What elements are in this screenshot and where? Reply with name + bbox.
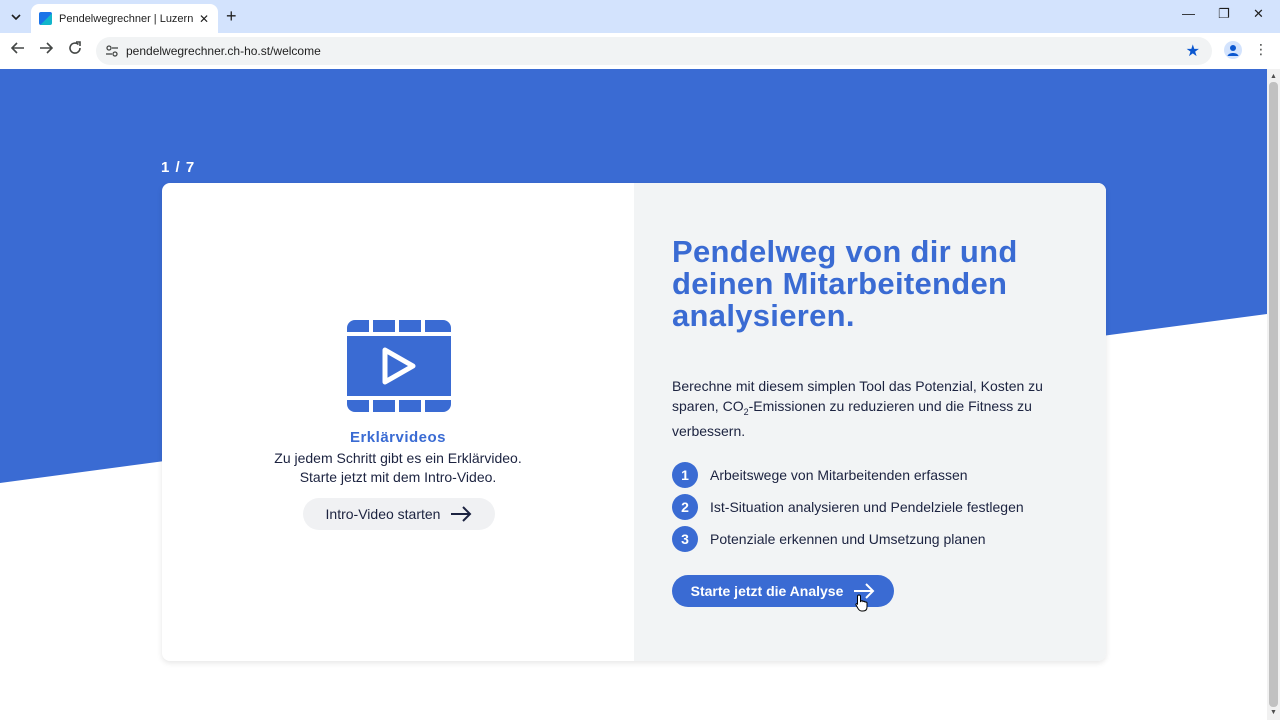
restore-button[interactable]: ❐ (1218, 6, 1230, 22)
welcome-card: Erklärvideos Zu jedem Schritt gibt es ei… (162, 183, 1106, 661)
step-item: 1 Arbeitswege von Mitarbeitenden erfasse… (672, 459, 1024, 491)
scroll-down-icon[interactable]: ▼ (1270, 709, 1277, 716)
intro-video-button-label: Intro-Video starten (325, 506, 441, 522)
start-analysis-button-label: Starte jetzt die Analyse (690, 583, 844, 599)
step-item: 3 Potenziale erkennen und Umsetzung plan… (672, 523, 1024, 555)
step-number-badge: 2 (672, 494, 698, 520)
page-description: Berechne mit diesem simplen Tool das Pot… (672, 377, 1072, 441)
steps-list: 1 Arbeitswege von Mitarbeitenden erfasse… (672, 459, 1024, 555)
forward-arrow-icon[interactable] (36, 41, 56, 61)
video-description: Zu jedem Schritt gibt es ein Erklärvideo… (162, 449, 634, 487)
profile-icon[interactable] (1224, 41, 1242, 59)
back-arrow-icon[interactable] (8, 41, 28, 61)
close-window-button[interactable]: ✕ (1253, 6, 1264, 22)
bookmark-star-icon[interactable]: ★ (1186, 41, 1200, 61)
tab-title: Pendelwegrechner | Luzernmobil (59, 12, 193, 25)
close-tab-icon[interactable]: ✕ (199, 12, 209, 26)
step-counter: 1 / 7 (161, 159, 196, 176)
url-text: pendelwegrechner.ch-ho.st/welcome (126, 44, 321, 58)
browser-toolbar: pendelwegrechner.ch-ho.st/welcome ★ ⋮ (0, 33, 1280, 69)
intro-panel: Pendelweg von dir und deinen Mitarbeiten… (634, 183, 1106, 661)
tab-search-icon[interactable] (6, 7, 26, 27)
browser-tab-bar: Pendelwegrechner | Luzernmobil ✕ + — ❐ ✕ (0, 0, 1280, 33)
video-play-icon[interactable] (347, 320, 451, 417)
video-description-line1: Zu jedem Schritt gibt es ein Erklärvideo… (274, 450, 522, 466)
step-number-badge: 1 (672, 462, 698, 488)
step-text: Potenziale erkennen und Umsetzung planen (710, 531, 986, 547)
intro-video-button[interactable]: Intro-Video starten (303, 498, 495, 530)
page-title: Pendelweg von dir und deinen Mitarbeiten… (672, 234, 1018, 333)
video-description-line2: Starte jetzt mit dem Intro-Video. (299, 469, 497, 485)
menu-icon[interactable]: ⋮ (1254, 41, 1268, 58)
hand-cursor-icon (855, 594, 868, 612)
video-title: Erklärvideos (349, 429, 447, 446)
step-item: 2 Ist-Situation analysieren und Pendelzi… (672, 491, 1024, 523)
page-content: 1 / 7 Erklärvideos Zu jedem Schritt gibt… (0, 69, 1267, 720)
step-text: Ist-Situation analysieren und Pendelziel… (710, 499, 1024, 515)
scrollbar-thumb[interactable] (1269, 82, 1278, 707)
arrow-right-icon (451, 506, 472, 522)
scroll-up-icon[interactable]: ▲ (1270, 73, 1277, 80)
address-bar[interactable]: pendelwegrechner.ch-ho.st/welcome ★ (96, 37, 1212, 65)
reload-icon[interactable] (65, 41, 85, 61)
new-tab-button[interactable]: + (226, 6, 237, 26)
site-info-icon[interactable] (105, 44, 119, 58)
step-number-badge: 3 (672, 526, 698, 552)
video-panel: Erklärvideos Zu jedem Schritt gibt es ei… (162, 183, 634, 661)
step-text: Arbeitswege von Mitarbeitenden erfassen (710, 467, 968, 483)
page-scrollbar[interactable]: ▲ ▼ (1267, 69, 1280, 720)
browser-tab[interactable]: Pendelwegrechner | Luzernmobil ✕ (31, 4, 218, 33)
minimize-button[interactable]: — (1182, 6, 1195, 21)
favicon (39, 12, 52, 25)
